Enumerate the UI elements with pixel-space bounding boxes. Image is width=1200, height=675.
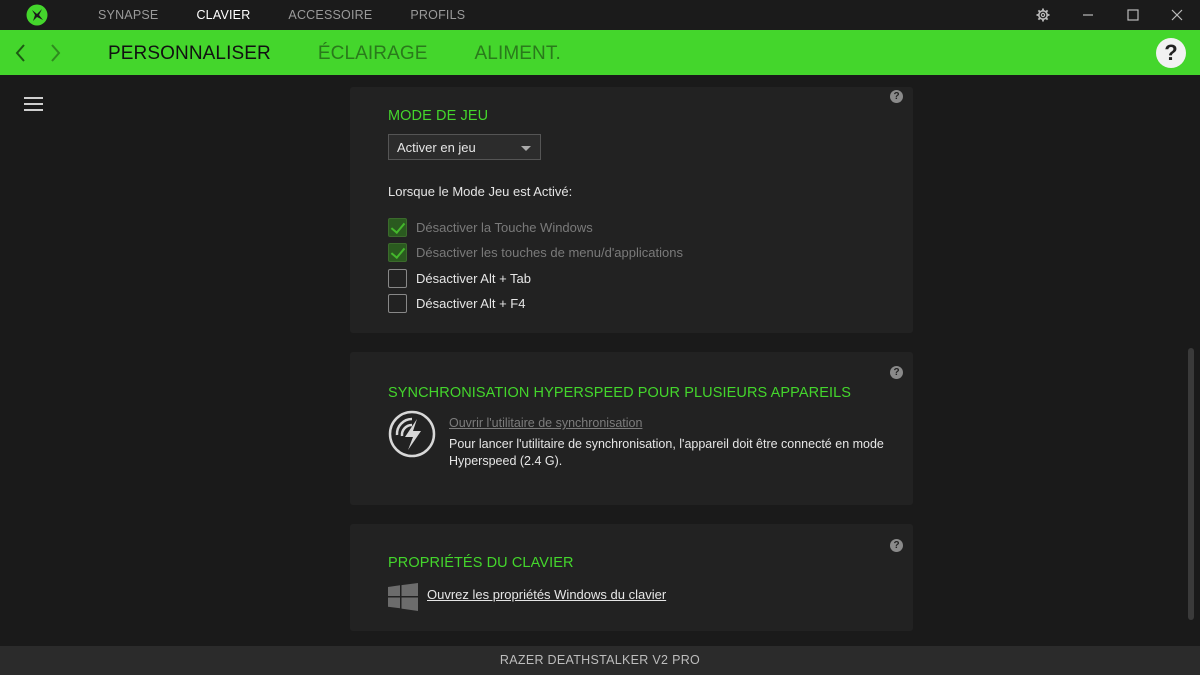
razer-logo-icon[interactable] xyxy=(26,4,48,26)
menu-icon[interactable] xyxy=(24,97,44,113)
keyboard-properties-link[interactable]: Ouvrez les propriétés Windows du clavier xyxy=(427,587,666,602)
panel-title: PROPRIÉTÉS DU CLAVIER xyxy=(388,555,574,571)
tab-accessoire[interactable]: ACCESSOIRE xyxy=(288,0,372,30)
tab-synapse[interactable]: SYNAPSE xyxy=(98,0,158,30)
checkbox-label: Désactiver Alt + F4 xyxy=(416,295,526,311)
game-mode-panel: ? MODE DE JEU Activer en jeu Lorsque le … xyxy=(350,87,913,333)
minimize-button[interactable] xyxy=(1071,0,1105,30)
minimize-icon xyxy=(1083,14,1093,16)
tab-profils[interactable]: PROFILS xyxy=(410,0,465,30)
checkbox-label: Désactiver la Touche Windows xyxy=(416,219,593,235)
panel-title: SYNCHRONISATION HYPERSPEED POUR PLUSIEUR… xyxy=(388,385,852,401)
maximize-button[interactable] xyxy=(1116,0,1150,30)
panel-title: MODE DE JEU xyxy=(388,108,489,124)
tab-personnaliser[interactable]: PERSONNALISER xyxy=(108,30,271,75)
game-mode-dropdown[interactable]: Activer en jeu xyxy=(388,134,541,160)
game-mode-intro: Lorsque le Mode Jeu est Activé: xyxy=(388,184,573,199)
tab-aliment[interactable]: ALIMENT. xyxy=(475,30,561,75)
hyperspeed-panel: ? SYNCHRONISATION HYPERSPEED POUR PLUSIE… xyxy=(350,352,913,505)
close-icon xyxy=(1171,9,1183,21)
hyperspeed-sync-icon xyxy=(388,410,436,458)
status-bar: RAZER DEATHSTALKER V2 PRO xyxy=(0,646,1200,675)
help-button[interactable]: ? xyxy=(1156,38,1186,68)
help-icon[interactable]: ? xyxy=(890,90,903,103)
device-name: RAZER DEATHSTALKER V2 PRO xyxy=(499,653,701,667)
checkbox-menu-keys[interactable] xyxy=(388,242,407,262)
windows-logo-icon xyxy=(388,583,418,611)
chevron-down-icon xyxy=(521,146,531,151)
title-bar: SYNAPSE CLAVIER ACCESSOIRE PROFILS xyxy=(0,0,1200,30)
tab-eclairage[interactable]: ÉCLAIRAGE xyxy=(318,30,428,75)
sub-navigation: PERSONNALISER ÉCLAIRAGE ALIMENT. xyxy=(108,30,608,75)
forward-arrow-icon[interactable] xyxy=(45,41,65,65)
checkbox-windows-key[interactable] xyxy=(388,217,407,237)
dropdown-value: Activer en jeu xyxy=(397,140,476,155)
top-navigation: SYNAPSE CLAVIER ACCESSOIRE PROFILS xyxy=(98,0,503,30)
help-icon[interactable]: ? xyxy=(890,366,903,379)
checkbox-alt-f4[interactable] xyxy=(388,293,407,313)
checkbox-label: Désactiver Alt + Tab xyxy=(416,270,532,286)
checkbox-row[interactable]: Désactiver Alt + Tab xyxy=(388,268,531,288)
checkbox-label: Désactiver les touches de menu/d'applica… xyxy=(416,244,683,260)
keyboard-properties-panel: ? PROPRIÉTÉS DU CLAVIER Ouvrez les propr… xyxy=(350,524,913,631)
open-sync-utility-link[interactable]: Ouvrir l'utilitaire de synchronisation xyxy=(449,416,642,430)
sync-description: Pour lancer l'utilitaire de synchronisat… xyxy=(449,437,884,468)
back-arrow-icon[interactable] xyxy=(11,41,31,65)
settings-button[interactable] xyxy=(1026,0,1060,30)
gear-icon xyxy=(1036,8,1050,22)
maximize-icon xyxy=(1127,9,1139,21)
tab-clavier[interactable]: CLAVIER xyxy=(196,0,250,30)
close-button[interactable] xyxy=(1160,0,1194,30)
scrollbar[interactable] xyxy=(1188,348,1194,620)
checkbox-alt-tab[interactable] xyxy=(388,268,407,288)
checkbox-row[interactable]: Désactiver la Touche Windows xyxy=(388,217,593,237)
help-icon[interactable]: ? xyxy=(890,539,903,552)
checkbox-row[interactable]: Désactiver les touches de menu/d'applica… xyxy=(388,242,683,262)
checkbox-row[interactable]: Désactiver Alt + F4 xyxy=(388,293,525,313)
